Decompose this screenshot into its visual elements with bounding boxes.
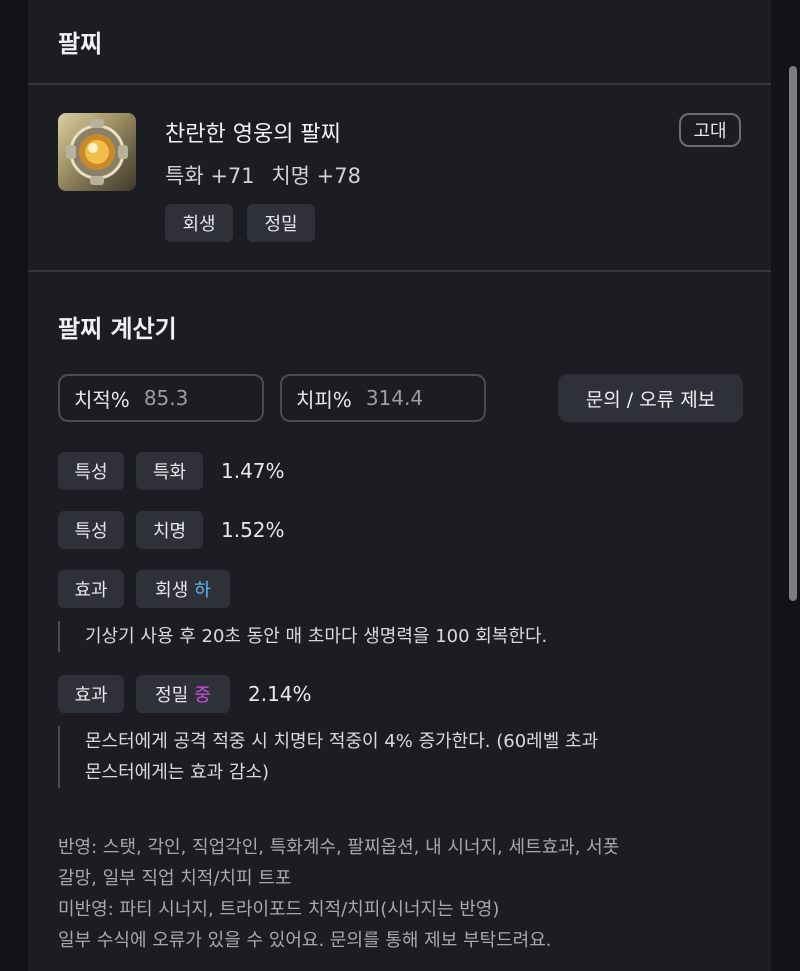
- scrollbar[interactable]: [786, 0, 800, 971]
- row-kind-tag: 효과: [58, 570, 124, 608]
- row-name-tag: 정밀 중: [136, 675, 230, 713]
- row-name-tag: 회생 하: [136, 570, 230, 608]
- row-value: 2.14%: [248, 682, 312, 706]
- header-divider: [28, 83, 771, 85]
- row-kind-tag: 효과: [58, 675, 124, 713]
- row-name-tag: 특화: [136, 452, 203, 490]
- crit-damage-field[interactable]: 치피% 314.4: [280, 374, 486, 422]
- item-tag-regen: 회생: [165, 204, 233, 242]
- effect-description: 기상기 사용 후 20초 동안 매 초마다 생명력을 100 회복한다.: [58, 621, 547, 652]
- row-kind-tag: 특성: [58, 511, 124, 549]
- effect-name: 정밀: [155, 685, 189, 706]
- crit-rate-field[interactable]: 치적% 85.3: [58, 374, 264, 422]
- item-stat-specialization: 특화 +71: [165, 164, 255, 188]
- effect-grade-mid: 중: [194, 685, 211, 706]
- item-stats: 특화 +71 치명 +78: [165, 160, 371, 190]
- footer-line: 반영: 스탯, 각인, 직업각인, 특화계수, 팔찌옵션, 내 시너지, 세트효…: [58, 837, 620, 858]
- row-name-tag: 치명: [136, 511, 203, 549]
- item-divider: [28, 270, 771, 272]
- crit-rate-input[interactable]: 85.3: [144, 386, 189, 410]
- effect-description-line: 몬스터에게는 효과 감소): [85, 762, 270, 783]
- bracelet-icon: [58, 113, 136, 191]
- bracelet-panel: 팔찌 찬란한 영웅의 팔찌 특화 +71 치명 +78 고대 회생 정밀 팔찌 …: [28, 0, 771, 971]
- item-stat-crit: 치명 +78: [271, 164, 361, 188]
- item-name: 찬란한 영웅의 팔찌: [165, 122, 341, 147]
- crit-damage-input[interactable]: 314.4: [366, 386, 423, 410]
- item-tag-precision: 정밀: [247, 204, 315, 242]
- grade-badge: 고대: [679, 113, 741, 147]
- effect-name: 회생: [155, 580, 189, 601]
- row-value: 1.47%: [221, 459, 285, 483]
- page-title: 팔찌: [58, 30, 103, 58]
- row-kind-tag: 특성: [58, 452, 124, 490]
- footer-note: 반영: 스탯, 각인, 직업각인, 특화계수, 팔찌옵션, 내 시너지, 세트효…: [58, 832, 748, 956]
- effect-grade-low: 하: [194, 580, 211, 601]
- footer-line: 갈망, 일부 직업 치적/치피 트포: [58, 868, 292, 889]
- calculator-title: 팔찌 계산기: [58, 315, 177, 343]
- effect-description-line: 몬스터에게 공격 적중 시 치명타 적중이 4% 증가한다. (60레벨 초과: [85, 731, 599, 752]
- row-value: 1.52%: [221, 518, 285, 542]
- report-button[interactable]: 문의 / 오류 제보: [558, 374, 743, 422]
- footer-line: 미반영: 파티 시너지, 트라이포드 치적/치피(시너지는 반영): [58, 899, 500, 920]
- effect-description: 몬스터에게 공격 적중 시 치명타 적중이 4% 증가한다. (60레벨 초과 …: [58, 726, 598, 788]
- crit-damage-label: 치피%: [296, 387, 352, 412]
- footer-line: 일부 수식에 오류가 있을 수 있어요. 문의를 통해 제보 부탁드려요.: [58, 930, 552, 951]
- scrollbar-thumb[interactable]: [789, 66, 797, 601]
- crit-rate-label: 치적%: [74, 387, 130, 412]
- effect-description-line: 기상기 사용 후 20초 동안 매 초마다 생명력을 100 회복한다.: [85, 626, 548, 647]
